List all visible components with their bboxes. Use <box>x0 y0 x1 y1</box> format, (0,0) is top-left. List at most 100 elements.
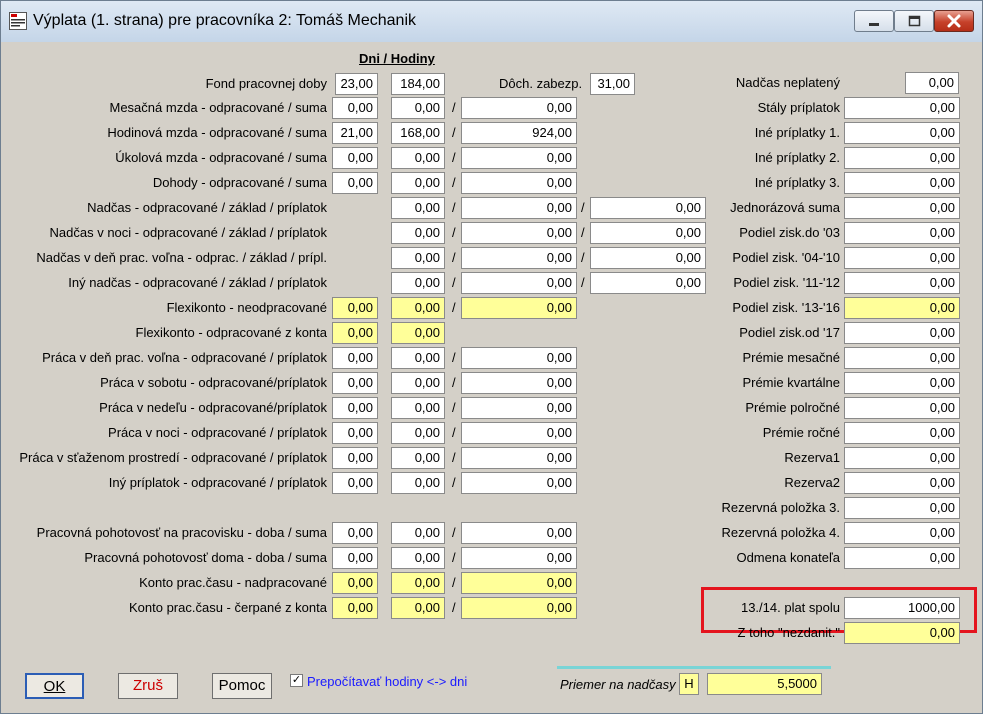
left-row-value-3[interactable]: 0,00 <box>461 397 577 419</box>
help-button[interactable]: Pomoc <box>212 673 272 699</box>
left-row-value-3[interactable]: 0,00 <box>461 547 577 569</box>
close-button[interactable] <box>934 10 974 32</box>
left-row-value-2[interactable]: 0,00 <box>391 222 445 244</box>
left-row-value-2[interactable]: 168,00 <box>391 122 445 144</box>
right-row-value[interactable]: 0,00 <box>844 372 960 394</box>
left-row-value-2[interactable]: 0,00 <box>391 397 445 419</box>
left-row-value-3[interactable]: 0,00 <box>461 297 577 319</box>
left-row-value-1[interactable]: 0,00 <box>332 147 378 169</box>
left-row-value-3[interactable]: 0,00 <box>461 347 577 369</box>
left-row-value-2[interactable]: 0,00 <box>391 197 445 219</box>
right-row-value[interactable]: 0,00 <box>844 97 960 119</box>
left-row-value-1[interactable]: 0,00 <box>332 447 378 469</box>
left-row-value-2[interactable]: 0,00 <box>391 372 445 394</box>
right-row-label: Iné príplatky 1. <box>754 125 840 140</box>
right-row-value[interactable]: 0,00 <box>844 347 960 369</box>
right-row-label: Odmena konateľa <box>736 550 840 565</box>
right-row-value[interactable]: 0,00 <box>844 397 960 419</box>
left-row-value-2[interactable]: 0,00 <box>391 347 445 369</box>
left-row-value-2[interactable]: 0,00 <box>391 522 445 544</box>
left-row-value-3[interactable]: 0,00 <box>461 172 577 194</box>
left-row-value-2[interactable]: 0,00 <box>391 422 445 444</box>
right-row-value[interactable]: 0,00 <box>844 122 960 144</box>
restore-icon <box>908 15 921 27</box>
left-row-value-1[interactable]: 0,00 <box>332 372 378 394</box>
right-row-value[interactable]: 0,00 <box>844 222 960 244</box>
left-row-value-1[interactable]: 0,00 <box>332 347 378 369</box>
left-row-value-3[interactable]: 0,00 <box>461 422 577 444</box>
left-row-value-1[interactable]: 0,00 <box>332 472 378 494</box>
left-row-value-2[interactable]: 0,00 <box>391 172 445 194</box>
left-row-value-2[interactable]: 0,00 <box>391 547 445 569</box>
right-row-value[interactable]: 0,00 <box>844 422 960 444</box>
left-row-value-1[interactable]: 0,00 <box>332 172 378 194</box>
right-row-value[interactable]: 0,00 <box>844 322 960 344</box>
right-row-value[interactable]: 0,00 <box>844 272 960 294</box>
left-row-value-1[interactable]: 0,00 <box>332 522 378 544</box>
left-row-value-2[interactable]: 0,00 <box>391 572 445 594</box>
right-row-value[interactable]: 0,00 <box>844 472 960 494</box>
maximize-button[interactable] <box>894 10 934 32</box>
left-row-value-2[interactable]: 0,00 <box>391 247 445 269</box>
right-row-value[interactable]: 0,00 <box>844 497 960 519</box>
ok-button[interactable]: OK <box>25 673 84 699</box>
slash-separator: / <box>452 200 456 215</box>
slash-separator: / <box>581 225 585 240</box>
left-row-value-3[interactable]: 0,00 <box>461 447 577 469</box>
cancel-button[interactable]: Zruš <box>118 673 178 699</box>
left-row-value-3[interactable]: 0,00 <box>461 572 577 594</box>
left-row-value-1[interactable]: 0,00 <box>332 597 378 619</box>
left-row-value-3[interactable]: 0,00 <box>461 272 577 294</box>
recalc-label[interactable]: Prepočítavať hodiny <-> dni <box>307 674 467 690</box>
left-row-value-3[interactable]: 0,00 <box>461 222 577 244</box>
left-row-value-2[interactable]: 0,00 <box>391 472 445 494</box>
left-row-value-1[interactable]: 0,00 <box>332 572 378 594</box>
left-row-value-3[interactable]: 0,00 <box>461 147 577 169</box>
avg-value-field[interactable]: 5,5000 <box>707 673 822 695</box>
right-row-label: Podiel zisk.do '03 <box>739 225 840 240</box>
left-row-value-1[interactable]: 0,00 <box>332 297 378 319</box>
left-row-value-1[interactable]: 21,00 <box>332 122 378 144</box>
fond-hours-field[interactable]: 184,00 <box>391 73 445 95</box>
left-row-value-1[interactable]: 0,00 <box>332 97 378 119</box>
slash-separator: / <box>452 525 456 540</box>
left-row-value-2[interactable]: 0,00 <box>391 322 445 344</box>
right-row-value[interactable]: 0,00 <box>844 147 960 169</box>
right-row-value[interactable]: 1000,00 <box>844 597 960 619</box>
fond-days-field[interactable]: 23,00 <box>335 73 378 95</box>
right-row-value[interactable]: 0,00 <box>844 622 960 644</box>
left-row-value-3[interactable]: 0,00 <box>461 522 577 544</box>
left-row-value-3[interactable]: 924,00 <box>461 122 577 144</box>
right-row-value[interactable]: 0,00 <box>844 197 960 219</box>
left-row-value-3[interactable]: 0,00 <box>461 197 577 219</box>
left-row-value-3[interactable]: 0,00 <box>461 97 577 119</box>
left-row-value-2[interactable]: 0,00 <box>391 97 445 119</box>
left-row-value-1[interactable]: 0,00 <box>332 322 378 344</box>
left-row-value-2[interactable]: 0,00 <box>391 147 445 169</box>
slash-separator: / <box>452 550 456 565</box>
left-row-value-2[interactable]: 0,00 <box>391 272 445 294</box>
left-row-value-1[interactable]: 0,00 <box>332 422 378 444</box>
avg-unit-field[interactable]: H <box>679 673 699 695</box>
left-row-value-3[interactable]: 0,00 <box>461 247 577 269</box>
left-row-value-2[interactable]: 0,00 <box>391 447 445 469</box>
left-row-value-2[interactable]: 0,00 <box>391 297 445 319</box>
left-row-label: Nadčas - odpracované / základ / príplato… <box>87 200 327 215</box>
left-row-value-3[interactable]: 0,00 <box>461 472 577 494</box>
right-row-value[interactable]: 0,00 <box>844 297 960 319</box>
right-row-value[interactable]: 0,00 <box>844 522 960 544</box>
recalc-checkbox[interactable]: ✓ <box>290 674 303 687</box>
right-row-value[interactable]: 0,00 <box>844 547 960 569</box>
right-row-value[interactable]: 0,00 <box>844 447 960 469</box>
left-row-value-3[interactable]: 0,00 <box>461 597 577 619</box>
left-row-value-3[interactable]: 0,00 <box>461 372 577 394</box>
left-row-value-2[interactable]: 0,00 <box>391 597 445 619</box>
right-row-value[interactable]: 0,00 <box>905 72 959 94</box>
title-bar[interactable]: Výplata (1. strana) pre pracovníka 2: To… <box>1 1 982 42</box>
minimize-button[interactable] <box>854 10 894 32</box>
avg-separator <box>557 666 831 669</box>
right-row-value[interactable]: 0,00 <box>844 172 960 194</box>
right-row-value[interactable]: 0,00 <box>844 247 960 269</box>
left-row-value-1[interactable]: 0,00 <box>332 547 378 569</box>
left-row-value-1[interactable]: 0,00 <box>332 397 378 419</box>
